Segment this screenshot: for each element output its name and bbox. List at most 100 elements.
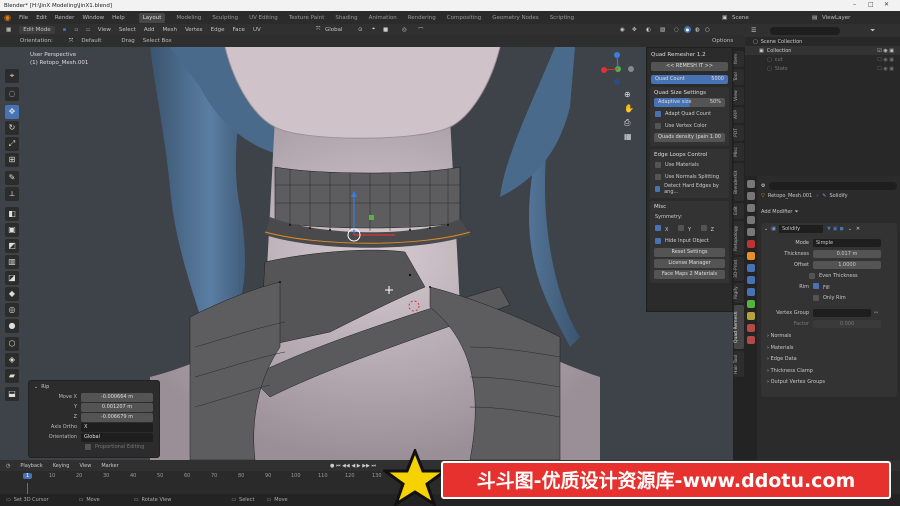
cursor-tool-icon[interactable]: ⌖ <box>5 69 19 83</box>
menu-keying[interactable]: Keying <box>53 463 70 469</box>
orientation-dropdown[interactable]: Default <box>81 38 101 44</box>
tool-tab-icon[interactable] <box>747 180 755 188</box>
chevron-down-icon[interactable]: ⌄ <box>764 226 768 232</box>
outliner-search-input[interactable] <box>770 26 841 35</box>
thickness-field[interactable]: 0.017 m <box>813 249 881 258</box>
tab-compositing[interactable]: Compositing <box>447 15 481 21</box>
proportional-editing-checkbox[interactable]: Proportional Editing <box>29 442 159 452</box>
menu-render[interactable]: Render <box>55 15 75 21</box>
menu-marker[interactable]: Marker <box>101 463 118 469</box>
license-manager-button[interactable]: License Manager <box>654 259 725 268</box>
hide-input-checkbox[interactable]: Hide Input Object <box>655 236 724 246</box>
outliner-row-stats[interactable]: ▢ Stats ☐ ◉ ▣ <box>745 64 900 73</box>
tab-quad-remesh[interactable]: Quad Remesh <box>734 305 744 349</box>
material-tab-icon[interactable] <box>747 324 755 332</box>
move-tool-icon[interactable]: ✥ <box>5 105 19 119</box>
knife-tool-icon[interactable]: ◪ <box>5 271 19 285</box>
section-edge-data[interactable]: › Edge Data <box>767 356 897 368</box>
view-layer-tab-icon[interactable] <box>747 216 755 224</box>
sym-y-checkbox[interactable]: Y <box>677 225 691 233</box>
tab-hair-tool[interactable]: Hair Tool <box>734 351 744 377</box>
fill-checkbox[interactable]: Fill <box>813 282 830 291</box>
menu-file[interactable]: File <box>19 15 28 21</box>
render-tab-icon[interactable] <box>747 192 755 200</box>
edit-mode-toggle-icon[interactable]: ▼ <box>827 226 831 232</box>
invert-icon[interactable]: ↔ <box>874 310 878 316</box>
maximize-icon[interactable]: □ <box>868 1 874 8</box>
rotate-tool-icon[interactable]: ↻ <box>5 121 19 135</box>
rip-tool-icon[interactable]: ⬓ <box>5 387 19 401</box>
inset-tool-icon[interactable]: ▣ <box>5 223 19 237</box>
editor-type-icon[interactable]: ▦ <box>6 27 11 33</box>
gizmo-icon[interactable]: ✥ <box>632 27 637 33</box>
scene-collection-row[interactable]: ▢ Scene Collection <box>745 37 900 46</box>
loopcut-tool-icon[interactable]: ▥ <box>5 255 19 269</box>
menu-help[interactable]: Help <box>112 15 125 21</box>
only-rim-checkbox[interactable]: Only Rim <box>761 292 897 303</box>
current-frame-indicator[interactable]: 1 <box>23 473 33 479</box>
pivot-icon[interactable]: ⊙ <box>358 27 363 33</box>
vertex-select-icon[interactable]: ▪ <box>63 27 67 33</box>
filter-icon[interactable]: ⏷ <box>870 27 875 35</box>
properties-search-input[interactable] <box>769 182 897 190</box>
camera-icon[interactable]: ⎙ <box>624 118 630 128</box>
tab-shading[interactable]: Shading <box>335 15 357 21</box>
zoom-icon[interactable]: ⊕ <box>624 90 631 99</box>
section-output-vertex-groups[interactable]: › Output Vertex Groups <box>767 379 897 391</box>
tab-misc[interactable]: Misc <box>734 143 744 161</box>
properties-type-icon[interactable]: ⚙ <box>761 183 765 189</box>
options-dropdown[interactable]: Options <box>712 38 733 44</box>
menu-playback[interactable]: Playback <box>20 463 42 469</box>
checkbox-icon[interactable]: ☐ ◉ ▣ <box>877 57 894 63</box>
viewport-toggle-icon[interactable]: ▣ <box>833 226 838 232</box>
tab-3d-print[interactable]: 3D-Print <box>734 257 744 281</box>
move-z-field[interactable]: -0.006679 m <box>81 412 153 422</box>
tab-texture-paint[interactable]: Texture Paint <box>289 15 325 21</box>
use-materials-checkbox[interactable]: Use Materials <box>655 160 724 170</box>
measure-tool-icon[interactable]: ⟂ <box>5 187 19 201</box>
offset-field[interactable]: 1.0000 <box>813 260 881 269</box>
xray-icon[interactable]: ▧ <box>660 27 665 33</box>
viewlayer-selector[interactable]: ViewLayer <box>822 15 850 21</box>
blender-logo-icon[interactable]: ◉ <box>4 13 11 22</box>
timeline-editor-icon[interactable]: ◷ <box>6 463 10 469</box>
transform-orientation[interactable]: Global <box>325 27 343 33</box>
menu-view[interactable]: View <box>98 27 111 33</box>
menu-select[interactable]: Select <box>119 27 136 33</box>
orientation-dropdown[interactable]: Global <box>81 432 153 442</box>
select-tool-icon[interactable]: ◌ <box>5 87 19 101</box>
section-thickness-clamp[interactable]: › Thickness Clamp <box>767 368 897 380</box>
section-materials[interactable]: › Materials <box>767 345 897 357</box>
output-tab-icon[interactable] <box>747 204 755 212</box>
face-select-icon[interactable]: ▫ <box>86 27 90 33</box>
minimize-icon[interactable]: – <box>853 1 856 8</box>
tab-retopology[interactable]: Retopology <box>734 221 744 255</box>
tab-animation[interactable]: Animation <box>369 15 397 21</box>
object-tab-icon[interactable] <box>747 252 755 260</box>
dropdown-icon[interactable]: ⌄ <box>848 226 852 232</box>
operator-header[interactable]: ⌄ Rip <box>29 381 159 392</box>
close-icon[interactable]: ✕ <box>884 1 889 8</box>
tab-rigify[interactable]: Rigify <box>734 283 744 303</box>
tab-arp[interactable]: ARP <box>734 107 744 123</box>
even-thickness-checkbox[interactable]: Even Thickness <box>761 270 897 281</box>
snap-icon[interactable]: ⌖ <box>372 26 375 33</box>
outliner-row-collection[interactable]: ▣ Collection ☑ ◉ ▣ <box>745 46 900 55</box>
modifier-tab-icon[interactable] <box>747 264 755 272</box>
outliner-type-icon[interactable]: ☰ <box>751 27 756 34</box>
tab-scripting[interactable]: Scripting <box>550 15 574 21</box>
menu-mesh[interactable]: Mesh <box>162 27 176 33</box>
use-vertex-color-checkbox[interactable]: Use Vertex Color <box>655 121 724 131</box>
mode-dropdown[interactable]: Simple <box>813 238 881 247</box>
factor-field[interactable]: 0.000 <box>813 319 881 328</box>
quad-count-field[interactable]: Quad Count 5000 <box>651 75 728 84</box>
overlay-icon[interactable]: ◐ <box>646 27 651 33</box>
proportional-icon[interactable]: ◎ <box>402 27 407 33</box>
texture-tab-icon[interactable] <box>747 336 755 344</box>
particles-tab-icon[interactable] <box>747 276 755 284</box>
annotate-tool-icon[interactable]: ✎ <box>5 171 19 185</box>
data-tab-icon[interactable] <box>747 312 755 320</box>
use-normals-checkbox[interactable]: Use Normals Splitting <box>655 172 724 182</box>
tab-geometry-nodes[interactable]: Geometry Nodes <box>492 15 538 21</box>
edge-select-icon[interactable]: ▫ <box>74 27 78 33</box>
